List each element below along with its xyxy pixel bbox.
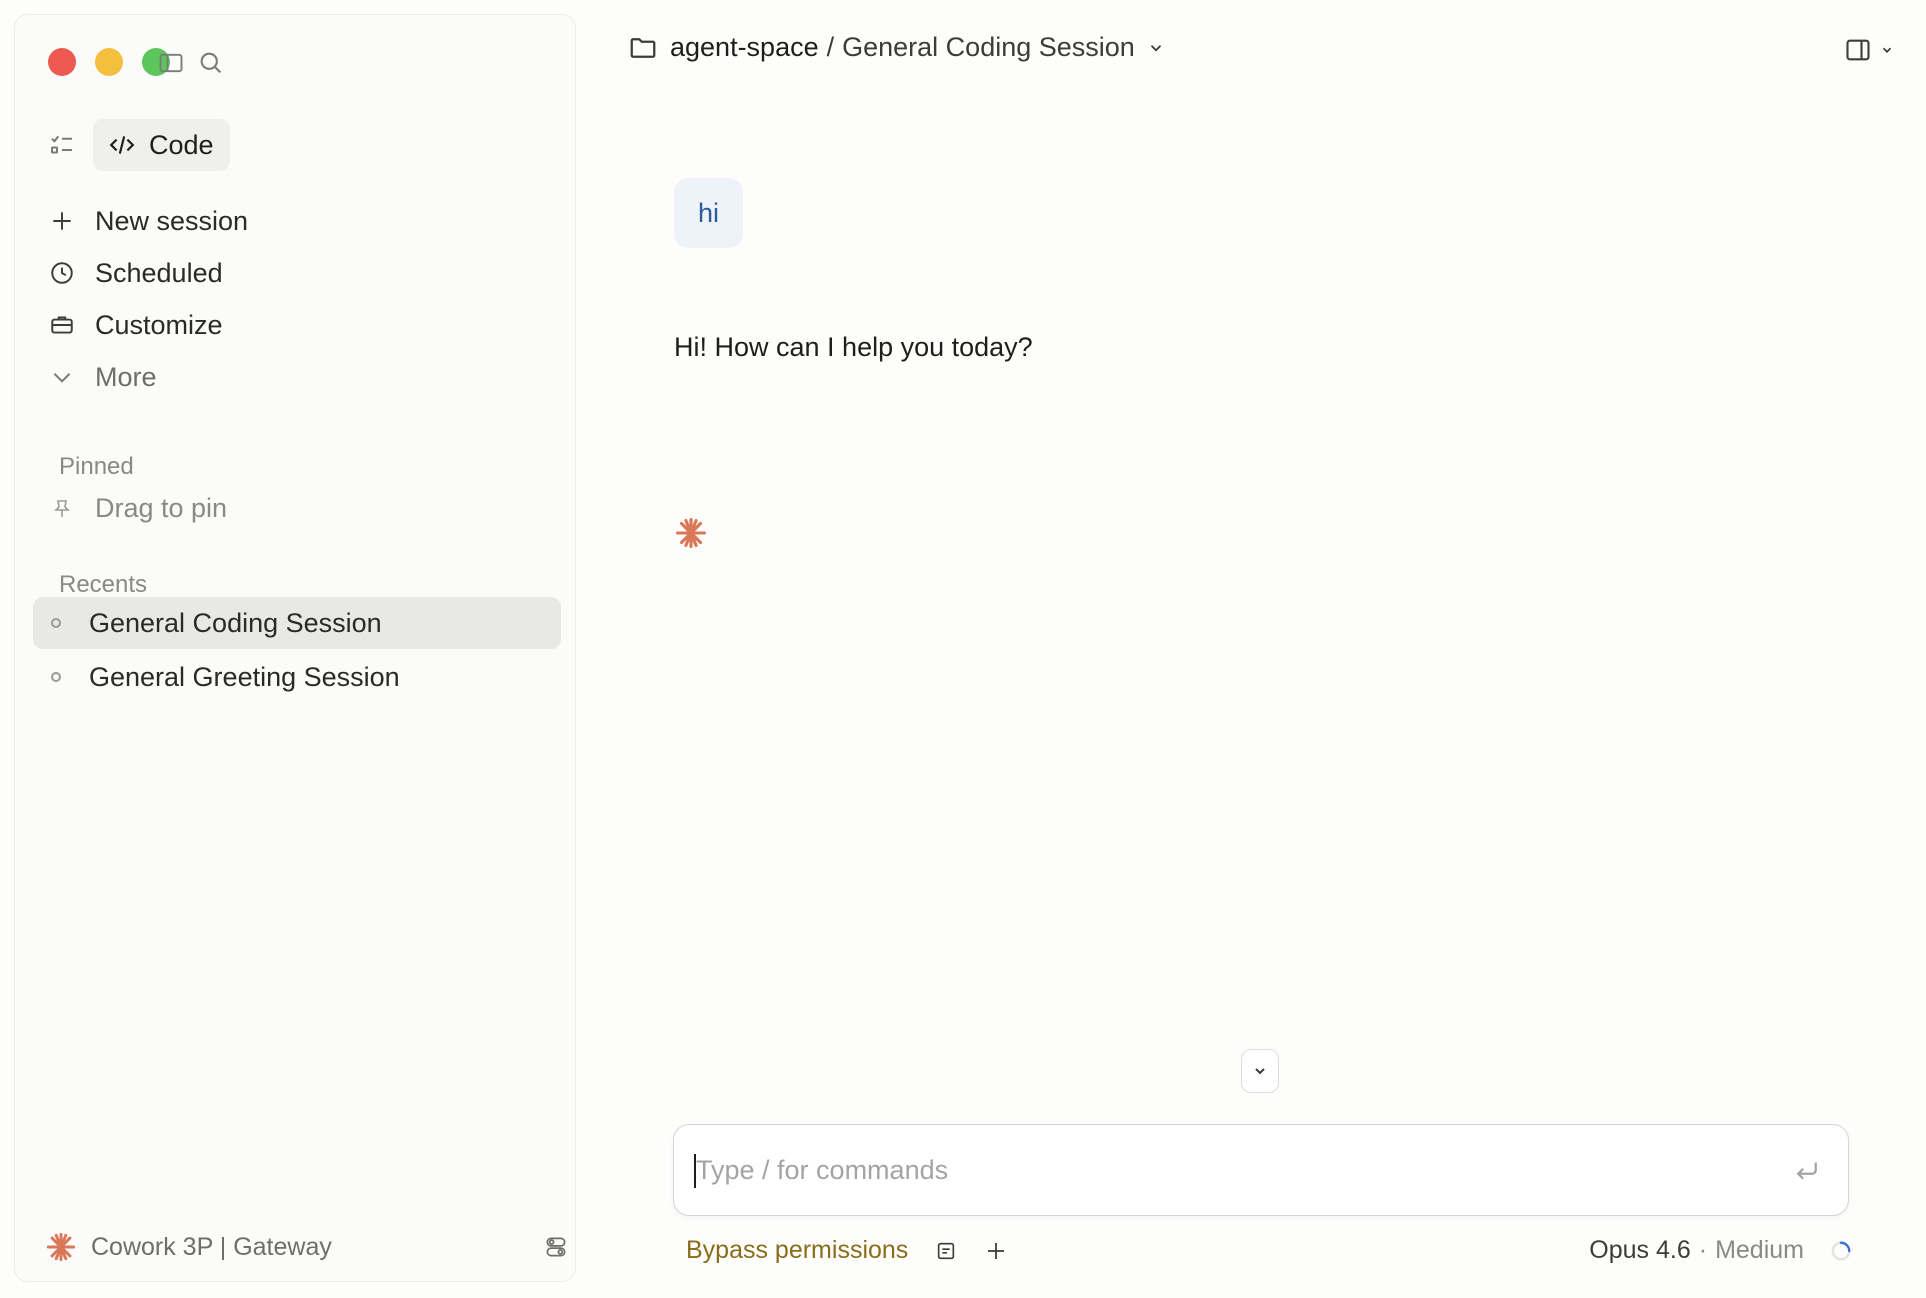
code-icon: [109, 136, 135, 154]
sidebar-toggle-icon[interactable]: [157, 49, 185, 77]
effort-separator: ·: [1698, 1236, 1708, 1264]
customize-button[interactable]: Customize: [47, 299, 567, 351]
message-input[interactable]: [694, 1125, 1778, 1215]
send-enter-icon[interactable]: [1792, 1155, 1822, 1185]
session-status-icon: [51, 618, 61, 628]
plus-icon: [988, 1242, 1005, 1259]
more-label: More: [95, 361, 157, 392]
add-attachment-button[interactable]: [984, 1239, 1008, 1263]
pin-icon: [54, 499, 70, 517]
scheduled-label: Scheduled: [95, 257, 223, 288]
project-name[interactable]: agent-space: [670, 32, 819, 63]
recents-heading: Recents: [59, 571, 148, 598]
chevron-down-icon: [1882, 47, 1892, 53]
session-status-icon: [51, 672, 61, 682]
workspace-label[interactable]: Cowork 3P | Gateway: [91, 1233, 332, 1262]
briefcase-icon: [51, 316, 73, 334]
model-selector[interactable]: Opus 4.6 · Medium: [1589, 1236, 1852, 1265]
main-panel: agent-space / General Coding Session hi …: [616, 0, 1926, 1298]
session-title[interactable]: General Coding Session: [842, 32, 1135, 63]
effort-level: Medium: [1715, 1236, 1804, 1264]
claude-spark-icon: [675, 517, 707, 549]
sidebar-footer: Cowork 3P | Gateway: [45, 1231, 569, 1263]
recents-list: General Coding Session General Greeting …: [33, 597, 561, 705]
document-icon: [938, 1242, 955, 1259]
code-mode-button[interactable]: Code: [93, 119, 230, 171]
panel-icon: [1846, 39, 1870, 61]
minimize-window-button[interactable]: [95, 48, 123, 76]
pin-drop-zone[interactable]: Drag to pin: [47, 493, 227, 524]
chevron-down-icon: [53, 373, 71, 383]
pin-hint: Drag to pin: [95, 493, 228, 523]
scheduled-button[interactable]: Scheduled: [47, 247, 567, 299]
settings-icon[interactable]: [543, 1234, 569, 1260]
loading-spinner-icon: [1831, 1241, 1851, 1260]
customize-label: Customize: [95, 309, 223, 340]
recent-session-label: General Coding Session: [89, 607, 382, 638]
breadcrumb-separator: /: [826, 32, 835, 62]
new-session-label: New session: [95, 205, 249, 236]
close-window-button[interactable]: [48, 48, 76, 76]
context-button[interactable]: [934, 1239, 958, 1263]
pinned-heading: Pinned: [59, 453, 134, 480]
window-controls: [48, 48, 170, 76]
recent-session-item[interactable]: General Coding Session: [33, 597, 561, 649]
panel-toggle-button[interactable]: [1844, 36, 1894, 64]
user-message: hi: [674, 178, 744, 248]
message-composer[interactable]: [673, 1124, 1849, 1216]
chevron-down-icon: [1255, 1068, 1265, 1075]
sidebar: Code New session Scheduled Customize Mor…: [14, 14, 576, 1282]
assistant-message: Hi! How can I help you today?: [674, 332, 1033, 362]
permissions-mode-button[interactable]: Bypass permissions: [686, 1236, 908, 1265]
mode-switcher: Code: [47, 119, 230, 171]
tasks-icon[interactable]: [47, 130, 77, 160]
breadcrumb[interactable]: agent-space / General Coding Session: [628, 32, 1165, 63]
sidebar-nav: New session Scheduled Customize More: [47, 195, 567, 403]
text-cursor: [694, 1154, 696, 1188]
plus-icon: [53, 212, 71, 230]
clock-icon: [51, 262, 73, 284]
code-mode-label: Code: [149, 129, 214, 160]
more-button[interactable]: More: [47, 351, 567, 403]
scroll-to-bottom-button[interactable]: [1241, 1049, 1279, 1093]
recent-session-item[interactable]: General Greeting Session: [33, 651, 561, 703]
recent-session-label: General Greeting Session: [89, 661, 400, 692]
new-session-button[interactable]: New session: [47, 195, 567, 247]
composer-toolbar: Bypass permissions Opus 4.6 · Medium: [686, 1236, 1852, 1265]
claude-logo-icon: [46, 1232, 76, 1262]
search-icon[interactable]: [197, 49, 225, 77]
folder-icon: [630, 37, 656, 58]
model-name: Opus 4.6: [1589, 1236, 1691, 1264]
chevron-down-icon[interactable]: [1147, 39, 1165, 57]
